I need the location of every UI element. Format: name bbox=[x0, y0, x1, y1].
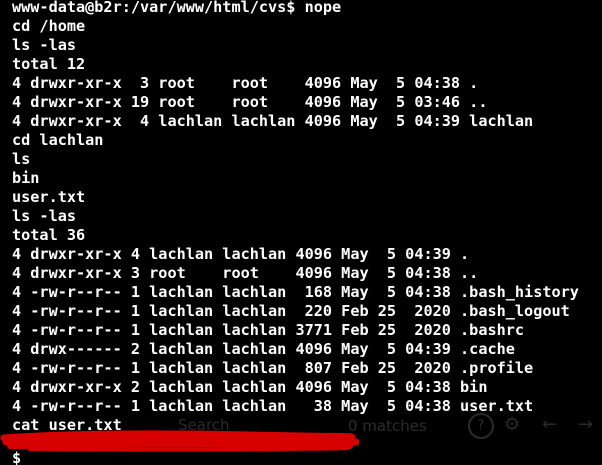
terminal-window[interactable]: www-data@b2r:/var/www/html/cvs$ nope cd … bbox=[0, 0, 602, 465]
terminal-line: ls -las bbox=[12, 36, 77, 54]
terminal-line: 4 drwx------ 2 lachlan lachlan 4096 May … bbox=[12, 340, 515, 358]
shell-prompt: $ bbox=[12, 449, 22, 465]
terminal-line: cd lachlan bbox=[12, 131, 104, 149]
terminal-line: user.txt bbox=[12, 188, 86, 206]
terminal-line: 4 drwxr-xr-x 3 root root 4096 May 5 04:3… bbox=[12, 74, 479, 92]
arrow-right-icon[interactable]: → bbox=[578, 414, 593, 435]
terminal-line: ls -las bbox=[12, 207, 77, 225]
terminal-output: www-data@b2r:/var/www/html/cvs$ nope cd … bbox=[12, 0, 579, 435]
arrow-left-icon[interactable]: ← bbox=[542, 414, 557, 435]
help-icon[interactable]: ? bbox=[468, 413, 494, 439]
terminal-line: 4 -rw-r--r-- 1 lachlan lachlan 3771 Feb … bbox=[12, 321, 525, 339]
terminal-line: 4 drwxr-xr-x 4 lachlan lachlan 4096 May … bbox=[12, 245, 470, 263]
terminal-line: 4 drwxr-xr-x 4 lachlan lachlan 4096 May … bbox=[12, 112, 534, 130]
terminal-line: 4 drwxr-xr-x 2 lachlan lachlan 4096 May … bbox=[12, 378, 488, 396]
terminal-line: bin bbox=[12, 169, 40, 187]
terminal-line: 4 -rw-r--r-- 1 lachlan lachlan 807 Feb 2… bbox=[12, 359, 534, 377]
redaction-scribble bbox=[0, 430, 360, 452]
terminal-line: total 36 bbox=[12, 226, 86, 244]
terminal-line: cd /home bbox=[12, 17, 86, 35]
terminal-line: 4 -rw-r--r-- 1 lachlan lachlan 168 May 5… bbox=[12, 283, 579, 301]
gear-icon[interactable]: ⚙ bbox=[504, 414, 520, 435]
terminal-line: 4 drwxr-xr-x 19 root root 4096 May 5 03:… bbox=[12, 93, 488, 111]
terminal-line: www-data@b2r:/var/www/html/cvs$ nope bbox=[12, 0, 342, 16]
terminal-line: ls bbox=[12, 150, 31, 168]
terminal-line: 4 -rw-r--r-- 1 lachlan lachlan 220 Feb 2… bbox=[12, 302, 570, 320]
terminal-line: total 12 bbox=[12, 55, 86, 73]
terminal-line: 4 drwxr-xr-x 3 root root 4096 May 5 04:3… bbox=[12, 264, 479, 282]
